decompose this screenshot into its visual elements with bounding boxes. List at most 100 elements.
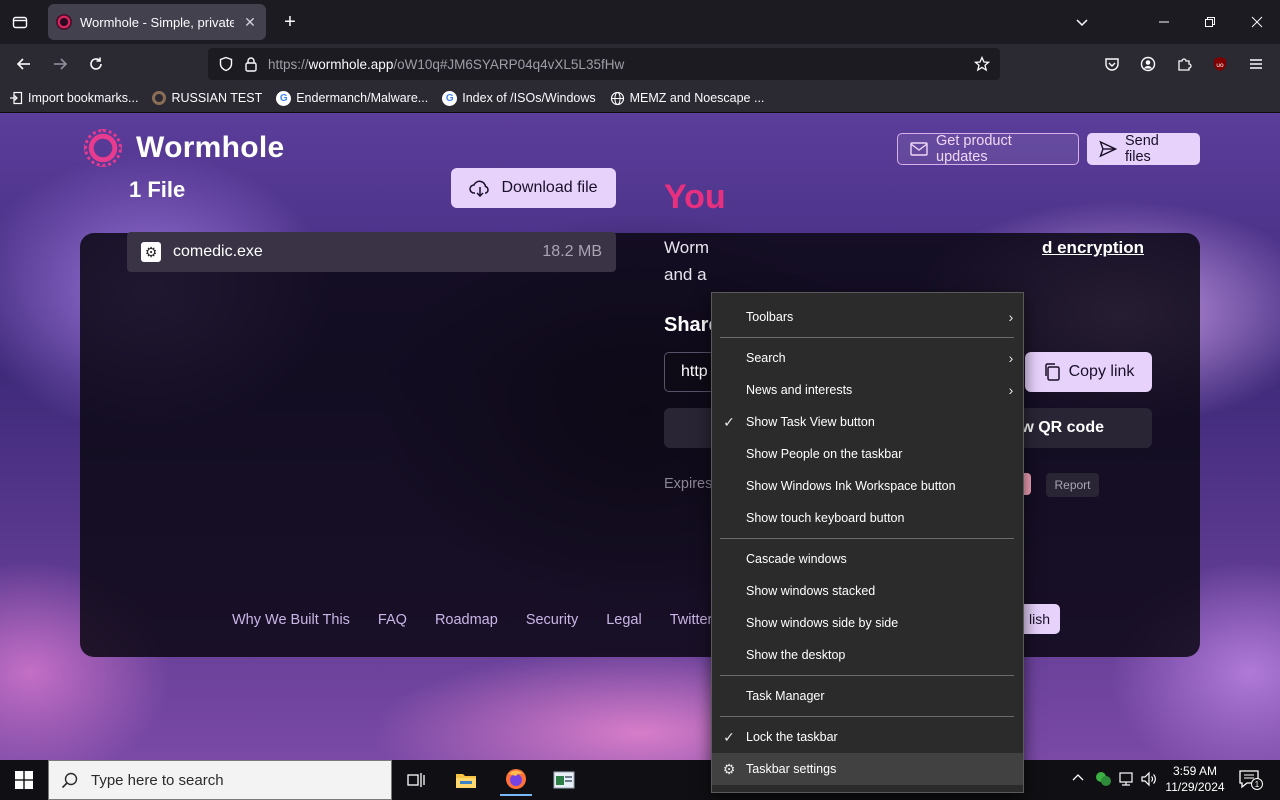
cloud-download-icon (469, 179, 491, 197)
logo-text: Wormhole (136, 131, 285, 164)
clock-date: 11/29/2024 (1165, 780, 1225, 794)
restore-icon[interactable] (1194, 6, 1226, 38)
minimize-icon[interactable] (1148, 6, 1180, 38)
menu-item-show-people[interactable]: Show People on the taskbar (712, 438, 1023, 470)
get-product-updates-button[interactable]: Get product updates (897, 133, 1079, 165)
footer-link-roadmap[interactable]: Roadmap (435, 612, 498, 628)
file-list-item[interactable]: ⚙ comedic.exe 18.2 MB (127, 232, 616, 272)
share-description-line2: and a (664, 265, 707, 284)
tab-wormhole[interactable]: Wormhole - Simple, private file ✕ (48, 4, 266, 40)
wormhole-page: Wormhole Get product updates Send files … (0, 113, 1280, 760)
expires-text: Expires (664, 476, 713, 492)
share-description-line1: Worm (664, 238, 710, 257)
close-tab-icon[interactable]: ✕ (242, 14, 258, 31)
forward-arrow-icon[interactable] (44, 48, 76, 80)
firefox-icon[interactable] (500, 764, 532, 796)
menu-separator (720, 675, 1014, 676)
bookmark-russian-test[interactable]: RUSSIAN TEST (152, 91, 262, 105)
menu-separator (720, 538, 1014, 539)
files-count-title: 1 File (129, 177, 186, 202)
menu-item-taskbar-settings[interactable]: ⚙ Taskbar settings (712, 753, 1023, 785)
footer-link-faq[interactable]: FAQ (378, 612, 407, 628)
menu-item-show-windows-stacked[interactable]: Show windows stacked (712, 575, 1023, 607)
google-icon: G (276, 90, 292, 106)
taskbar-context-menu: Toolbars › Search › News and interests › ✓ S… (711, 292, 1024, 793)
footer-link-security[interactable]: Security (526, 612, 578, 628)
task-view-icon[interactable] (400, 764, 432, 796)
copy-link-button[interactable]: Copy link (1025, 352, 1152, 392)
wormhole-logo-icon (84, 129, 122, 167)
notifications-icon[interactable]: 1 (1238, 768, 1263, 792)
menu-item-show-ink-workspace[interactable]: Show Windows Ink Workspace button (712, 470, 1023, 502)
footer-link-why[interactable]: Why We Built This (232, 612, 350, 628)
show-hidden-icons-chevron-up-icon[interactable] (1072, 772, 1084, 788)
wormhole-favicon-icon (56, 14, 72, 30)
bookmark-index-isos[interactable]: G Index of /ISOs/Windows (442, 90, 596, 106)
tray-app-icon[interactable] (1094, 770, 1112, 788)
download-file-button[interactable]: Download file (451, 168, 616, 208)
bookmark-star-icon[interactable] (974, 56, 990, 72)
tab-overview-icon[interactable] (4, 6, 36, 38)
file-size: 18.2 MB (542, 243, 602, 260)
network-icon[interactable] (1118, 770, 1136, 788)
bookmark-import[interactable]: Import bookmarks... (8, 91, 138, 106)
search-placeholder: Type here to search (91, 771, 224, 789)
clock-time: 3:59 AM (1172, 764, 1218, 778)
taskbar-clock[interactable]: 3:59 AM 11/29/2024 (1160, 763, 1230, 795)
account-icon[interactable] (1132, 48, 1164, 80)
hamburger-menu-icon[interactable] (1240, 48, 1272, 80)
footer-link-twitter[interactable]: Twitter (670, 612, 713, 628)
list-tabs-chevron-down-icon[interactable] (1066, 6, 1098, 38)
menu-item-show-the-desktop[interactable]: Show the desktop (712, 639, 1023, 671)
chevron-right-icon: › (1008, 309, 1014, 325)
new-tab-icon[interactable]: + (274, 6, 306, 38)
footer-links: Why We Built This FAQ Roadmap Security L… (232, 612, 712, 628)
reload-icon[interactable] (80, 48, 112, 80)
extensions-puzzle-icon[interactable] (1168, 48, 1200, 80)
tracking-protection-shield-icon[interactable] (218, 56, 234, 72)
menu-separator (720, 716, 1014, 717)
menu-item-cascade-windows[interactable]: Cascade windows (712, 543, 1023, 575)
footer-link-legal[interactable]: Legal (606, 612, 641, 628)
ring-icon (152, 91, 167, 105)
lock-icon[interactable] (244, 56, 258, 72)
app-window-icon[interactable] (548, 764, 580, 796)
exe-file-gear-icon: ⚙ (141, 242, 161, 262)
bookmark-endermanch-malware[interactable]: G Endermanch/Malware... (276, 90, 428, 106)
url-text[interactable]: https://wormhole.app/oW10q#JM6SYARP04q4v… (268, 57, 964, 72)
windows-start-icon[interactable] (8, 764, 40, 796)
bookmark-memz[interactable]: MEMZ and Noescape ... (610, 91, 764, 106)
ublock-origin-icon[interactable]: uo (1204, 48, 1236, 80)
menu-item-show-windows-side-by-side[interactable]: Show windows side by side (712, 607, 1023, 639)
back-arrow-icon[interactable] (8, 48, 40, 80)
checkmark-icon: ✓ (723, 728, 735, 745)
wormhole-logo[interactable]: Wormhole (84, 129, 285, 167)
encryption-link[interactable]: d encryption (1042, 238, 1144, 258)
address-bar[interactable]: https://wormhole.app/oW10q#JM6SYARP04q4v… (208, 48, 1000, 80)
file-explorer-icon[interactable] (450, 764, 482, 796)
notification-count-badge: 1 (1251, 778, 1263, 790)
send-files-button[interactable]: Send files (1087, 133, 1200, 165)
send-icon (1099, 140, 1117, 158)
gear-icon: ⚙ (722, 760, 736, 777)
copy-icon (1043, 362, 1061, 382)
mail-icon (910, 142, 928, 156)
menu-item-search[interactable]: Search › (712, 342, 1023, 374)
chevron-right-icon: › (1008, 382, 1014, 398)
menu-item-show-touch-keyboard[interactable]: Show touch keyboard button (712, 502, 1023, 534)
taskbar-search-box[interactable]: Type here to search (48, 760, 392, 800)
pocket-icon[interactable] (1096, 48, 1128, 80)
tab-title: Wormhole - Simple, private file (80, 14, 234, 30)
menu-item-toolbars[interactable]: Toolbars › (712, 301, 1023, 333)
report-button[interactable]: Report (1046, 473, 1099, 497)
menu-item-lock-the-taskbar[interactable]: ✓ Lock the taskbar (712, 721, 1023, 753)
menu-item-news-and-interests[interactable]: News and interests › (712, 374, 1023, 406)
file-name: comedic.exe (173, 243, 263, 260)
volume-icon[interactable] (1140, 770, 1158, 788)
menu-item-task-manager[interactable]: Task Manager (712, 680, 1023, 712)
chevron-right-icon: › (1008, 350, 1014, 366)
import-icon (8, 91, 23, 106)
svg-text:uo: uo (1216, 62, 1224, 69)
menu-item-show-task-view[interactable]: ✓ Show Task View button (712, 406, 1023, 438)
close-window-icon[interactable] (1241, 6, 1273, 38)
